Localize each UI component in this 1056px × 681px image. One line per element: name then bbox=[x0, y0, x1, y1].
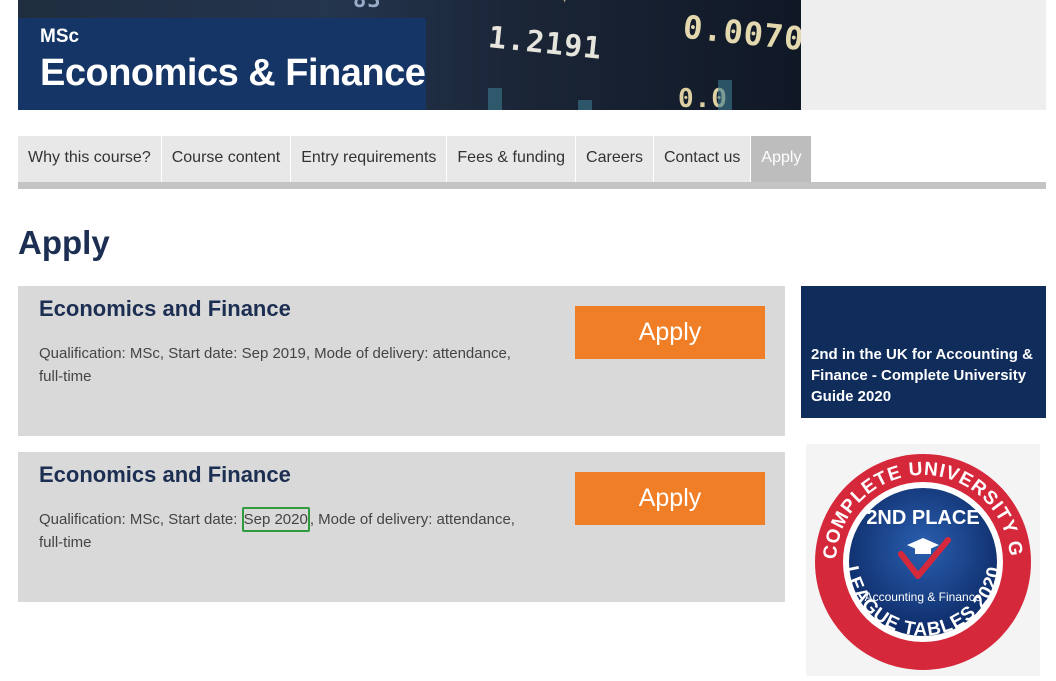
course-title: Economics & Finance bbox=[40, 52, 426, 94]
details-prefix: Qualification: MSc, Start date: bbox=[39, 511, 242, 528]
course-card: Economics and Finance Qualification: MSc… bbox=[18, 452, 785, 602]
tab-apply[interactable]: Apply bbox=[751, 136, 813, 182]
ticker-number: 1.2191 bbox=[486, 20, 604, 67]
ticker-bar bbox=[578, 100, 592, 110]
tab-contact-us[interactable]: Contact us bbox=[653, 136, 752, 182]
apply-button[interactable]: Apply bbox=[575, 472, 765, 525]
tab-fees-funding[interactable]: Fees & funding bbox=[447, 136, 577, 182]
start-date-highlighted: Sep 2020 bbox=[241, 507, 310, 532]
ticker-number: 0.0070 bbox=[681, 7, 801, 59]
tab-why-this-course[interactable]: Why this course? bbox=[18, 136, 162, 182]
start-date: Sep 2019 bbox=[241, 345, 306, 362]
badge-graphic: THE COMPLETE UNIVERSITY GUIDE LEAGUE TAB… bbox=[799, 428, 1031, 670]
tab-course-content[interactable]: Course content bbox=[161, 136, 292, 182]
ranking-promo[interactable]: 2nd in the UK for Accounting & Finance -… bbox=[801, 286, 1046, 418]
tab-careers[interactable]: Careers bbox=[576, 136, 654, 182]
banner-side-panel bbox=[801, 0, 1046, 110]
hero-banner: 83 ✦ 1.2191 0.0070 0.0 MSc Economics & F… bbox=[18, 0, 801, 110]
badge-place: 2ND PLACE bbox=[866, 507, 979, 529]
course-card: Economics and Finance Qualification: MSc… bbox=[18, 286, 785, 436]
qualification-label: MSc bbox=[40, 26, 80, 47]
ticker-bar bbox=[488, 88, 502, 110]
course-title-box: MSc Economics & Finance bbox=[18, 18, 426, 110]
ranking-promo-text: 2nd in the UK for Accounting & Finance -… bbox=[811, 346, 1033, 405]
ticker-number: ✦ bbox=[558, 0, 572, 9]
course-details: Qualification: MSc, Start date: Sep 2020… bbox=[39, 507, 539, 554]
course-details: Qualification: MSc, Start date: Sep 2019… bbox=[39, 342, 539, 388]
course-name: Economics and Finance bbox=[39, 462, 291, 487]
page-title: Apply bbox=[18, 224, 110, 261]
tab-underline bbox=[18, 182, 1046, 189]
league-table-badge: THE COMPLETE UNIVERSITY GUIDE LEAGUE TAB… bbox=[799, 428, 1040, 676]
course-tabs: Why this course? Course content Entry re… bbox=[18, 136, 813, 182]
tab-entry-requirements[interactable]: Entry requirements bbox=[291, 136, 448, 182]
apply-button[interactable]: Apply bbox=[575, 306, 765, 359]
course-name: Economics and Finance bbox=[39, 296, 291, 321]
ticker-bar bbox=[718, 80, 732, 110]
details-prefix: Qualification: MSc, Start date: bbox=[39, 345, 242, 362]
ticker-number: 83 bbox=[353, 0, 382, 13]
badge-subject: Accounting & Finance bbox=[865, 590, 982, 604]
